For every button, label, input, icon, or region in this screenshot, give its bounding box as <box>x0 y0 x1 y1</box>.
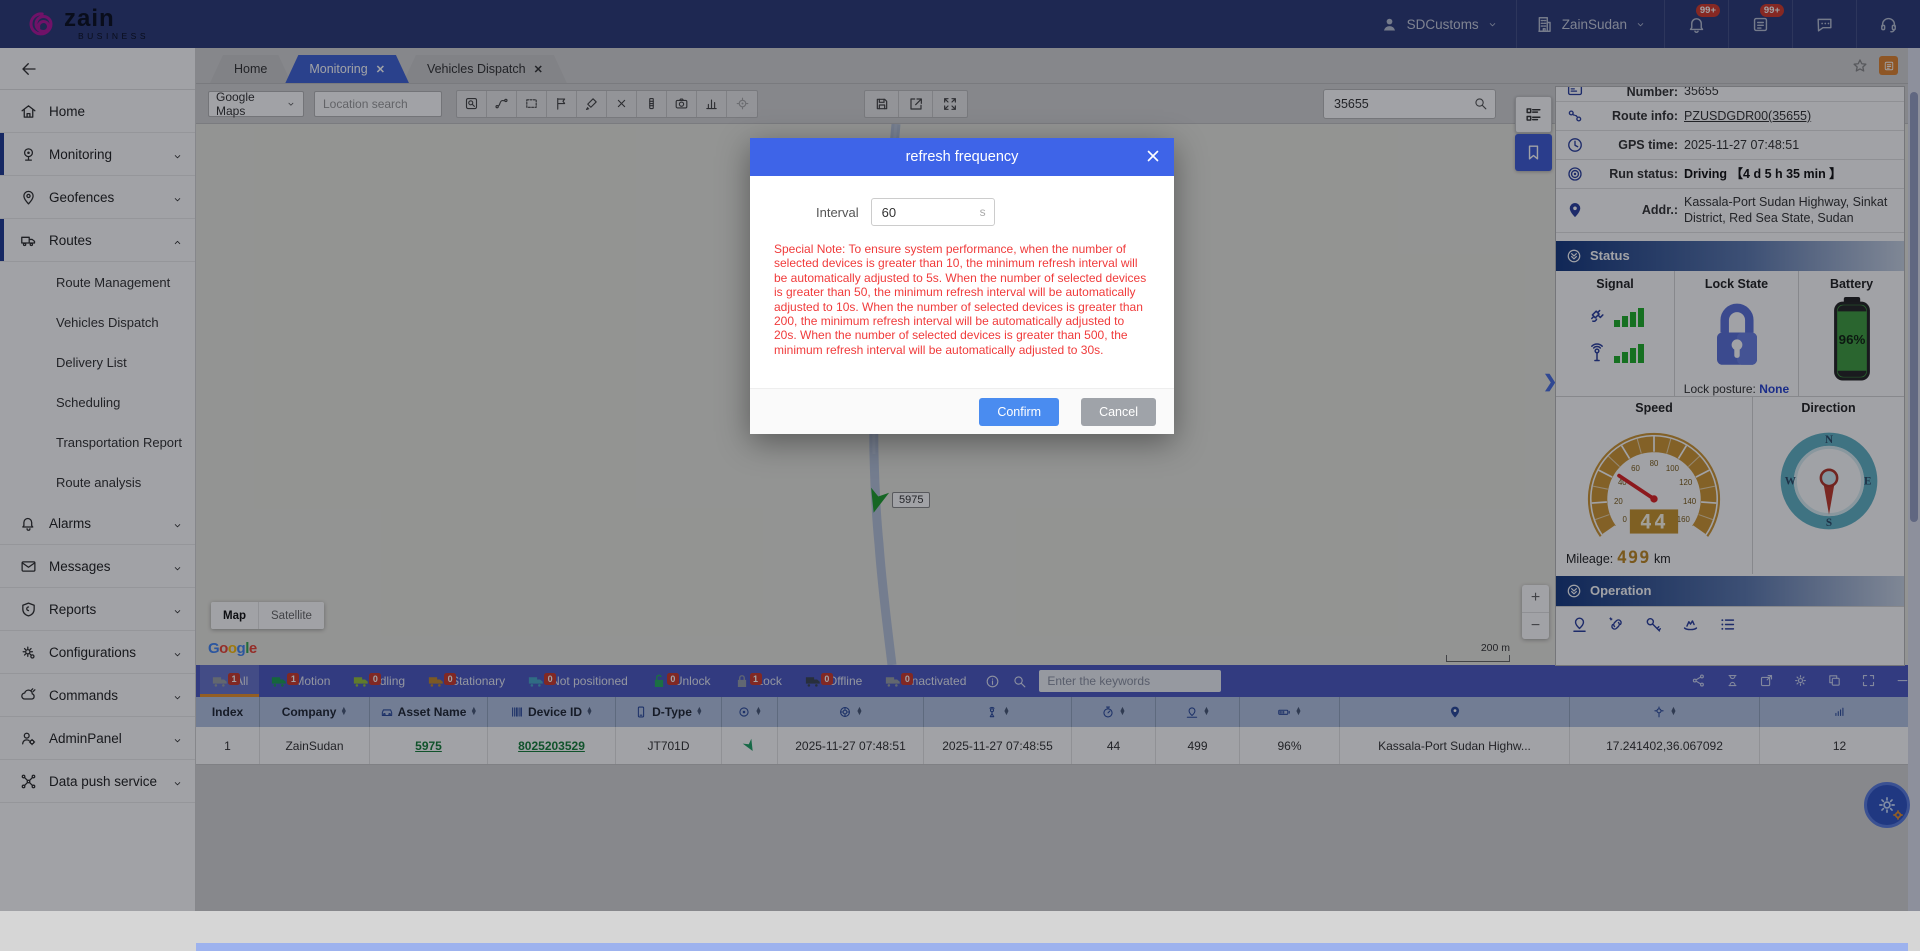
interval-input[interactable] <box>871 198 995 226</box>
modal-title: refresh frequency <box>906 149 1019 165</box>
modal-footer: Confirm Cancel <box>750 388 1174 434</box>
modal-overlay <box>0 0 1920 911</box>
refresh-frequency-modal: refresh frequency Interval s Special Not… <box>750 138 1174 434</box>
horizontal-scrollbar[interactable] <box>196 943 1908 951</box>
special-note-text: Special Note: To ensure system performan… <box>774 242 1150 357</box>
modal-body: Interval s Special Note: To ensure syste… <box>750 176 1174 388</box>
cancel-button[interactable]: Cancel <box>1081 398 1156 426</box>
interval-label: Interval <box>816 205 859 220</box>
modal-header: refresh frequency <box>750 138 1174 176</box>
close-icon[interactable] <box>1144 147 1162 165</box>
interval-unit: s <box>980 205 986 219</box>
confirm-button[interactable]: Confirm <box>979 398 1059 426</box>
